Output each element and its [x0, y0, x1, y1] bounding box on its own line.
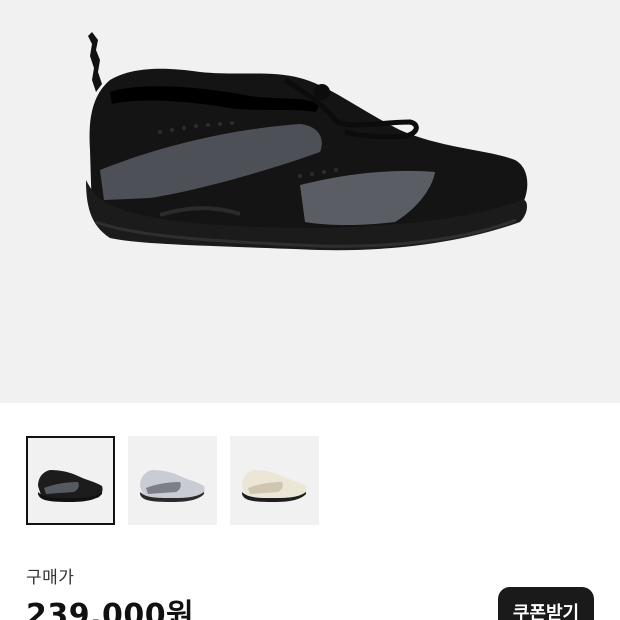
- price-label: 구매가: [26, 568, 75, 588]
- thumbnail-3[interactable]: [230, 436, 319, 525]
- black-sneaker-image: [86, 32, 528, 251]
- black-sneaker-thumb: [38, 470, 103, 502]
- thumbnail-strip: [26, 436, 319, 525]
- grey-sneaker-thumb: [140, 470, 205, 502]
- coupon-button[interactable]: 쿠폰받기: [498, 587, 594, 620]
- cream-sneaker-thumb: [242, 470, 307, 502]
- thumbnail-1[interactable]: [26, 436, 115, 525]
- thumbnail-2[interactable]: [128, 436, 217, 525]
- price-value: 239,000원: [26, 598, 195, 620]
- product-main-image: [0, 0, 620, 403]
